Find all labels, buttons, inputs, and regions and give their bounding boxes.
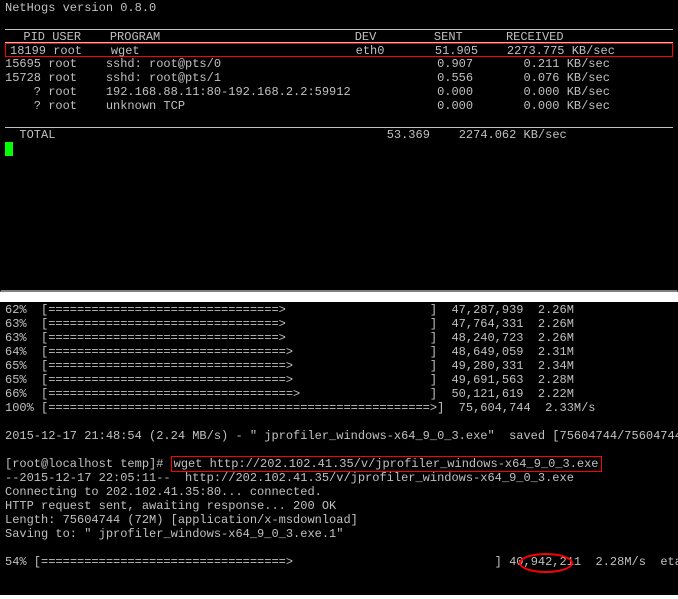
table-row: 18199 root wget eth0 51.905 2273.775 KB/… xyxy=(5,43,673,57)
wget-panel: 62% [================================> ]… xyxy=(0,302,678,595)
progress-line: 65% [=================================> … xyxy=(1,359,677,373)
resp-line: HTTP request sent, awaiting response... … xyxy=(1,499,677,513)
progress-line: 65% [=================================> … xyxy=(1,373,677,387)
table-row: ? root unknown TCP 0.000 0.000 KB/sec xyxy=(1,99,677,113)
saved-line: 2015-12-17 21:48:54 (2.24 MB/s) - " jpro… xyxy=(1,429,677,443)
table-row: 15728 root sshd: root@pts/1 0.556 0.076 … xyxy=(1,71,677,85)
nethogs-title: NetHogs version 0.8.0 xyxy=(1,1,677,15)
progress-line: 63% [================================> ]… xyxy=(1,331,677,345)
nethogs-panel: NetHogs version 0.8.0 PID USER PROGRAM D… xyxy=(0,0,678,292)
total-row: TOTAL 53.369 2274.062 KB/sec xyxy=(1,128,677,142)
progress-line: 64% [=================================> … xyxy=(1,345,677,359)
prompt-line[interactable]: [root@localhost temp]# wget http://202.1… xyxy=(1,457,677,471)
resp-line: Saving to: " jprofiler_windows-x64_9_0_3… xyxy=(1,527,677,541)
progress-line: 63% [================================> ]… xyxy=(1,317,677,331)
table-header: PID USER PROGRAM DEV SENT RECEIVED xyxy=(5,29,673,43)
progress-line: 66% [==================================>… xyxy=(1,387,677,401)
table-row: ? root 192.168.88.11:80-192.168.2.2:5991… xyxy=(1,85,677,99)
wget-command: wget http://202.102.41.35/v/jprofiler_wi… xyxy=(171,456,602,472)
resp-line: Length: 75604744 (72M) [application/x-ms… xyxy=(1,513,677,527)
progress-line: 62% [================================> ]… xyxy=(1,303,677,317)
current-progress: 54% [==================================>… xyxy=(1,555,677,569)
resp-line: Connecting to 202.102.41.35:80... connec… xyxy=(1,485,677,499)
progress-line: 100% [==================================… xyxy=(1,401,677,415)
cursor-block xyxy=(5,142,13,156)
resp-line: --2015-12-17 22:05:11-- http://202.102.4… xyxy=(1,471,677,485)
col-pid: PID USER PROGRAM DEV SENT RECEIVED xyxy=(9,30,614,44)
table-row: 15695 root sshd: root@pts/0 0.907 0.211 … xyxy=(1,57,677,71)
